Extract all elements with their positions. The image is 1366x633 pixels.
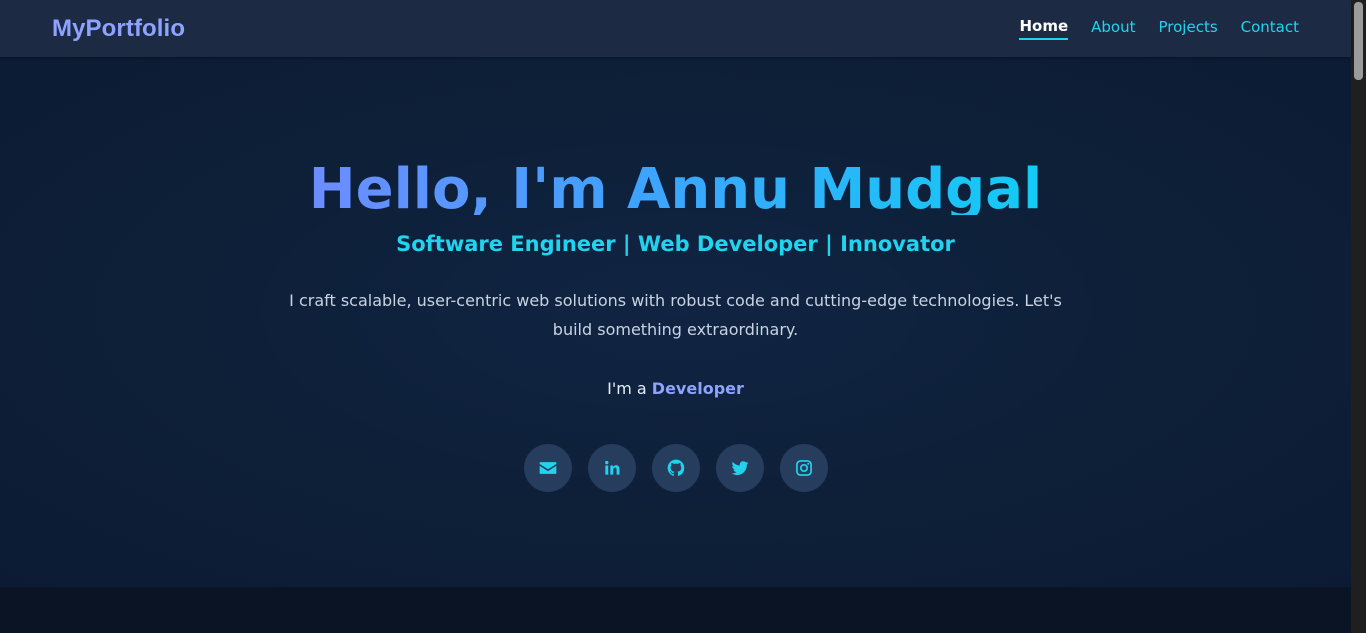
twitter-link[interactable] — [715, 444, 764, 492]
twitter-icon — [731, 461, 748, 475]
scrollbar-thumb[interactable] — [1354, 2, 1363, 80]
linkedin-link[interactable] — [587, 444, 636, 492]
typing-role: Developer — [651, 379, 744, 398]
hero-title-text: Hello, I'm Annu Mudgal — [309, 157, 1043, 215]
github-icon — [667, 459, 684, 476]
scrollbar[interactable] — [1351, 0, 1366, 633]
social-links — [0, 444, 1351, 492]
nav-link-contact[interactable]: Contact — [1241, 18, 1299, 39]
envelope-icon — [539, 462, 556, 474]
hero-subtitle: Software Engineer | Web Developer | Inno… — [396, 232, 955, 256]
hero-title: Hello, I'm Annu Mudgal — [0, 155, 1351, 215]
nav-link-projects[interactable]: Projects — [1159, 18, 1218, 39]
typing-prefix: I'm a — [607, 379, 647, 398]
instagram-icon — [795, 460, 812, 476]
nav-links: Home About Projects Contact — [1019, 17, 1299, 40]
next-section — [0, 587, 1351, 633]
typing-line: I'm a Developer — [0, 379, 1351, 398]
instagram-link[interactable] — [779, 444, 828, 492]
hero-section: Hello, I'm Annu Mudgal Software Engineer… — [0, 57, 1351, 587]
navbar: MyPortfolio Home About Projects Contact — [0, 0, 1351, 57]
github-link[interactable] — [651, 444, 700, 492]
email-link[interactable] — [523, 444, 572, 492]
hero-description: I craft scalable, user-centric web solut… — [289, 291, 1062, 339]
nav-link-home[interactable]: Home — [1019, 17, 1069, 40]
linkedin-icon — [604, 460, 619, 475]
nav-link-about[interactable]: About — [1091, 18, 1135, 39]
brand-logo[interactable]: MyPortfolio — [52, 15, 185, 43]
